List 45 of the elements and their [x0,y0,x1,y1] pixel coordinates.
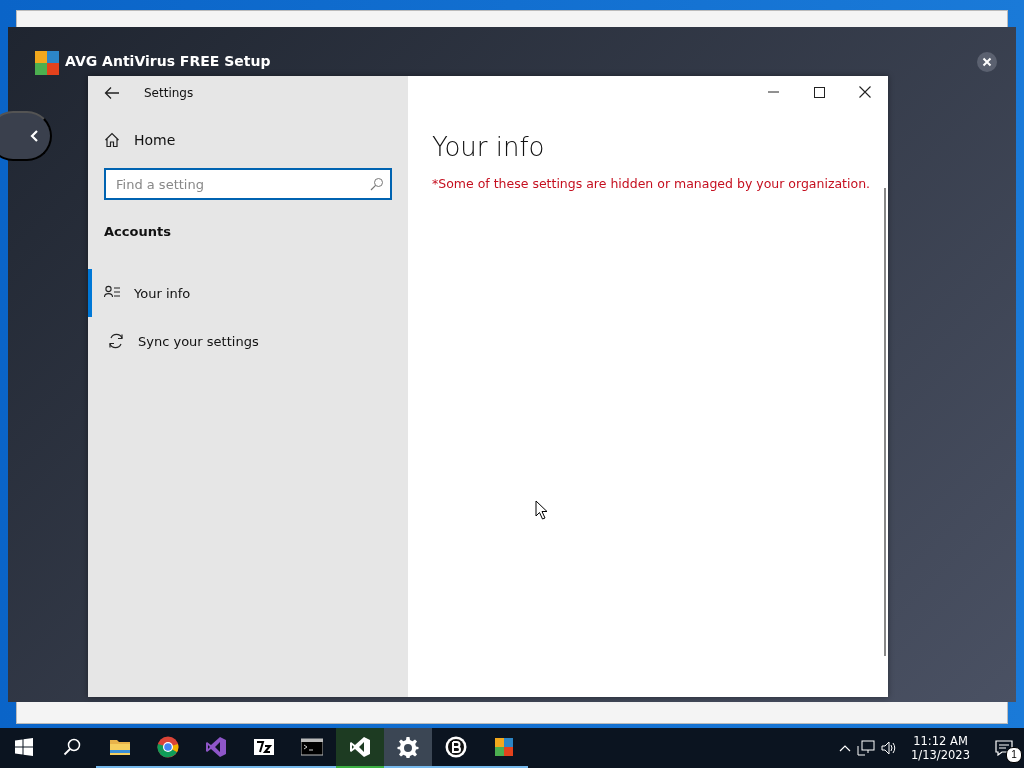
network-icon [857,740,876,756]
clock[interactable]: 11:12 AM 1/13/2023 [903,734,978,762]
visual-studio-icon [205,736,227,758]
taskbar-app-button[interactable] [384,728,432,768]
page-title: Your info [432,132,546,162]
network-button[interactable] [857,740,876,756]
message-icon [995,740,1013,756]
search-icon [370,177,384,191]
scrollbar[interactable] [884,188,886,656]
taskbar-app-button[interactable] [336,728,384,768]
home-icon [104,132,120,148]
show-hidden-icons-button[interactable] [839,744,852,752]
notifications-button[interactable]: 1 [984,728,1024,768]
warning-text: *Some of these settings are hidden or managed by your organization. [432,176,872,191]
caret-up-icon [839,744,852,752]
time-text: 11:12 AM [913,734,968,748]
browser-icon [157,736,179,758]
section-heading: Accounts [104,224,172,239]
circle-b-icon [445,736,467,758]
speaker-icon [881,740,898,756]
nav-item[interactable]: Sync your settings [88,317,408,365]
terminal-icon [301,736,323,758]
chevron-left-icon [30,130,40,142]
close-icon [859,86,871,98]
sync-icon [108,333,124,349]
notification-count: 1 [1006,747,1022,763]
window-title: AVG AntiVirus FREE Setup [65,53,271,69]
visual-studio-icon [349,736,371,758]
mouse-pointer-icon [535,500,549,520]
search-field[interactable]: Find a setting [104,168,392,200]
maximize-icon [813,86,825,98]
logo-icon [35,51,59,75]
back-arrow-icon [104,86,120,100]
logo-icon [493,736,515,758]
window-title: Settings [144,86,194,100]
close-icon[interactable] [977,52,997,72]
minimize-icon [767,91,779,93]
volume-button[interactable] [881,740,898,756]
date-text: 1/13/2023 [911,748,970,762]
back-button[interactable] [104,86,120,100]
archive-icon [253,736,275,758]
home-link[interactable]: Home [104,126,408,154]
search-icon [63,738,81,756]
windows-logo-icon [15,738,33,756]
gear-icon [397,736,419,758]
